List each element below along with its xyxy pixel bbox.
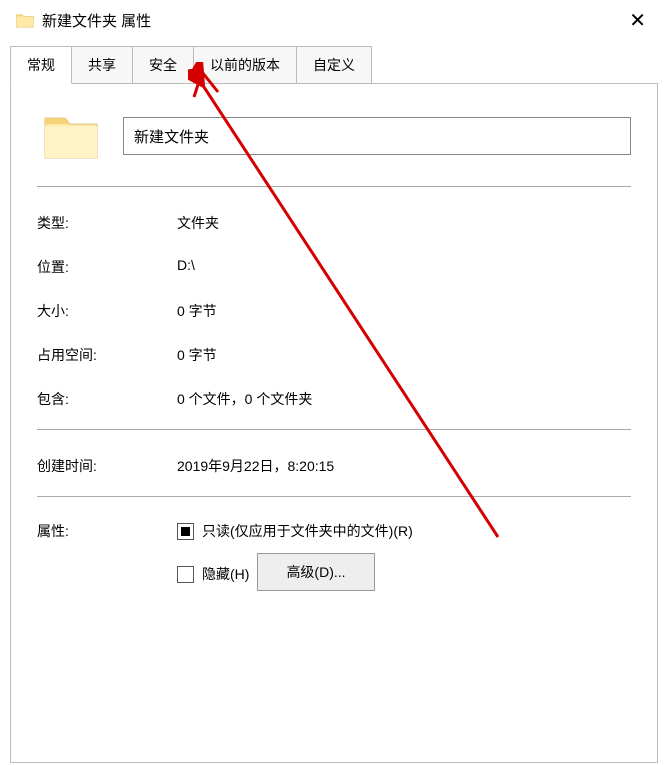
size-value: 0 字节 [177,301,631,321]
close-button[interactable]: ✕ [617,8,658,33]
created-value: 2019年9月22日，8:20:15 [177,456,631,476]
contains-label: 包含: [37,389,177,409]
titlebar: 新建文件夹 属性 ✕ [0,0,668,40]
type-value: 文件夹 [177,213,631,233]
readonly-checkbox[interactable] [177,523,194,540]
separator [37,186,631,187]
advanced-button[interactable]: 高级(D)... [257,553,374,591]
hidden-label: 隐藏(H) [202,564,249,584]
window-title: 新建文件夹 属性 [42,10,617,31]
readonly-label: 只读(仅应用于文件夹中的文件)(R) [202,521,413,541]
location-value: D:\ [177,257,631,277]
folder-name-input[interactable] [123,117,631,155]
tab-bar: 常规 共享 安全 以前的版本 自定义 [10,46,658,83]
folder-icon [16,12,34,28]
tab-custom[interactable]: 自定义 [296,46,372,83]
tab-general[interactable]: 常规 [10,46,72,84]
hidden-checkbox[interactable] [177,566,194,583]
tab-security[interactable]: 安全 [132,46,194,83]
type-label: 类型: [37,213,177,233]
tab-previous-versions[interactable]: 以前的版本 [193,46,297,83]
created-label: 创建时间: [37,456,177,476]
size-label: 大小: [37,301,177,321]
diskspace-value: 0 字节 [177,345,631,365]
separator [37,496,631,497]
folder-large-icon [43,112,99,160]
separator [37,429,631,430]
contains-value: 0 个文件，0 个文件夹 [177,389,631,409]
general-panel: 类型: 文件夹 位置: D:\ 大小: 0 字节 占用空间: 0 字节 包含: … [10,83,658,763]
tab-share[interactable]: 共享 [71,46,133,83]
attributes-label: 属性: [37,521,177,541]
location-label: 位置: [37,257,177,277]
diskspace-label: 占用空间: [37,345,177,365]
